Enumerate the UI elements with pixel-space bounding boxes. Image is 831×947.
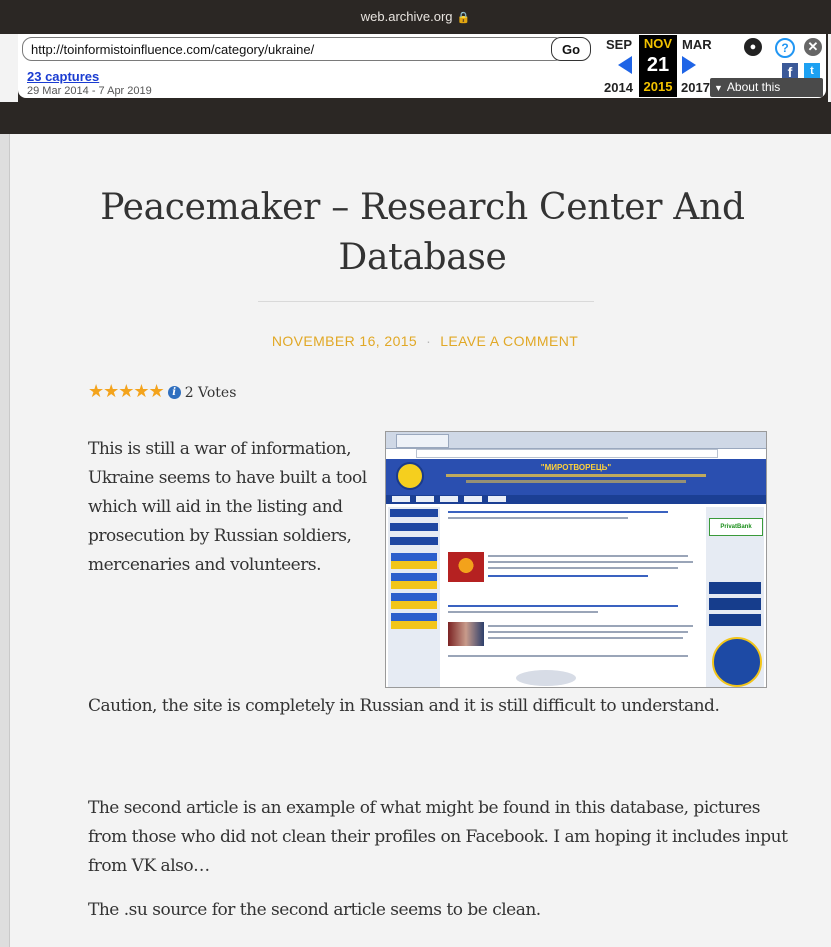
screenshot-text-line (488, 575, 648, 577)
screenshot-nav-item (440, 496, 458, 502)
screenshot-banner (709, 614, 761, 626)
vote-count: 2 Votes (184, 385, 237, 401)
screenshot-bank-banner: PrivatBank (709, 518, 763, 536)
rating-widget[interactable]: ★★★★★ i 2 Votes (88, 381, 237, 402)
browser-domain: web.archive.org (360, 9, 453, 24)
next-capture-arrow-icon[interactable] (682, 56, 696, 74)
close-icon[interactable]: ✕ (804, 38, 822, 56)
wayback-panel: Go 23 captures 29 Mar 2014 - 7 Apr 2019 … (18, 34, 826, 114)
month-prev[interactable]: SEP (606, 37, 632, 52)
day-current: 21 (639, 53, 677, 77)
twitter-icon[interactable]: t (804, 63, 820, 79)
go-button[interactable]: Go (551, 37, 591, 61)
month-current: NOV (639, 35, 677, 53)
year-next[interactable]: 2017 (681, 80, 710, 95)
screenshot-flag (391, 573, 437, 589)
screenshot-article-image (448, 622, 484, 646)
screenshot-left-column (388, 507, 440, 687)
title-divider (258, 301, 594, 302)
page-left-edge (0, 134, 10, 947)
screenshot-banner (709, 598, 761, 610)
screenshot-text-line (488, 561, 693, 563)
screenshot-browser-chrome (386, 432, 766, 449)
wayback-url-input[interactable] (22, 37, 564, 61)
user-icon[interactable]: ● (744, 38, 762, 56)
year-prev[interactable]: 2014 (604, 80, 633, 95)
post-meta: NOVEMBER 16, 2015 · LEAVE A COMMENT (0, 333, 831, 349)
screenshot-flag (391, 613, 437, 629)
screenshot-subtitle-line (466, 480, 686, 483)
screenshot-emblem-icon (396, 462, 424, 490)
wayback-toolbar: Go 23 captures 29 Mar 2014 - 7 Apr 2019 … (18, 34, 828, 114)
screenshot-subtitle-line (446, 474, 706, 477)
screenshot-flag (391, 593, 437, 609)
captures-link[interactable]: 23 captures (27, 69, 99, 84)
screenshot-nav-item (464, 496, 482, 502)
paragraph-caution: Caution, the site is completely in Russi… (88, 696, 720, 716)
star-rating-icon[interactable]: ★★★★★ (88, 381, 165, 402)
screenshot-nav-item (392, 496, 410, 502)
screenshot-widget (390, 537, 438, 545)
screenshot-text-line (448, 511, 668, 513)
screenshot-text-line (488, 631, 688, 633)
screenshot-tab (396, 434, 449, 448)
help-icon[interactable]: ? (775, 38, 795, 58)
info-icon[interactable]: i (167, 386, 181, 399)
browser-address-bar[interactable]: web.archive.org 🔒 (0, 0, 831, 34)
screenshot-address-bar (416, 449, 718, 458)
screenshot-text-line (488, 555, 688, 557)
facebook-icon[interactable]: f (782, 63, 798, 80)
screenshot-footer-logo (516, 670, 576, 686)
year-current: 2015 (639, 77, 677, 97)
screenshot-site-header: "МИРОТВОРЕЦЬ" (386, 459, 766, 495)
screenshot-text-line (448, 611, 598, 613)
site-header-band (0, 102, 831, 134)
leave-comment-link[interactable]: LEAVE A COMMENT (440, 333, 578, 349)
screenshot-text-line (448, 655, 688, 657)
screenshot-seal-icon (712, 637, 762, 687)
screenshot-banner (709, 582, 761, 594)
dropdown-triangle-icon: ▼ (714, 83, 723, 93)
screenshot-text-line (488, 567, 678, 569)
capture-date-range: 29 Mar 2014 - 7 Apr 2019 (27, 85, 152, 97)
screenshot-main-column (444, 507, 702, 687)
paragraph-source: The .su source for the second article se… (88, 900, 541, 920)
screenshot-article-image (448, 552, 484, 582)
screenshot-text-line (448, 517, 628, 519)
embedded-site-screenshot: "МИРОТВОРЕЦЬ" PrivatBank (385, 431, 767, 688)
prev-capture-arrow-icon[interactable] (618, 56, 632, 74)
about-capture-button[interactable]: ▼About this capture (710, 78, 823, 114)
paragraph-second-article: The second article is an example of what… (88, 798, 788, 876)
screenshot-widget (390, 523, 438, 531)
screenshot-widget (390, 509, 438, 517)
post-date-link[interactable]: NOVEMBER 16, 2015 (272, 333, 417, 349)
screenshot-bank-number (709, 538, 761, 545)
meta-separator: · (426, 333, 432, 349)
screenshot-nav-item (416, 496, 434, 502)
screenshot-nav-item (488, 496, 506, 502)
post-title: Peacemaker – Research Center And Databas… (100, 187, 745, 278)
screenshot-text-line (488, 625, 693, 627)
paragraph-intro: This is still a war of information, Ukra… (88, 439, 367, 575)
browser-url[interactable]: web.archive.org 🔒 (0, 9, 831, 24)
screenshot-flag (391, 553, 437, 569)
screenshot-text-line (448, 605, 678, 607)
screenshot-text-line (488, 637, 683, 639)
month-next[interactable]: MAR (682, 37, 712, 52)
lock-icon: 🔒 (456, 12, 471, 24)
screenshot-site-title: "МИРОТВОРЕЦЬ" (540, 463, 612, 472)
screenshot-nav-bar (386, 495, 766, 504)
